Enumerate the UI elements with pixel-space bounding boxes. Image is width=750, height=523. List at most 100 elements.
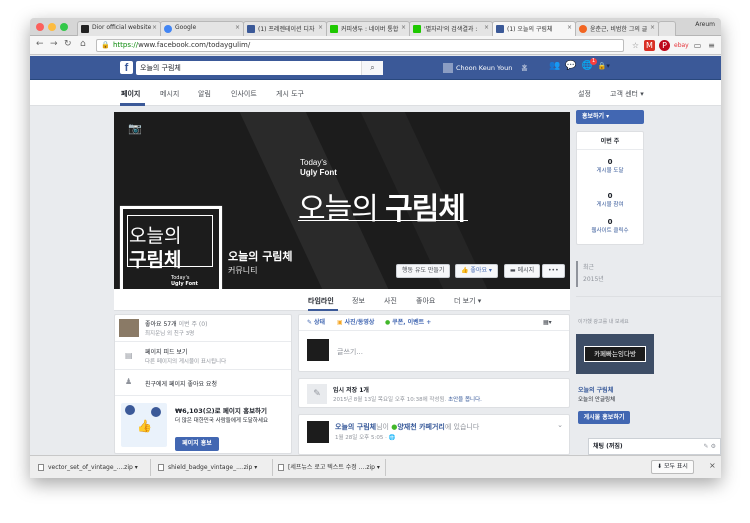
composer-tab-photo[interactable]: ▣ 사진/동영상 <box>337 315 374 331</box>
download-item[interactable]: [세프뉴스 로고 텍스트 수정 ....zip ▾ <box>278 461 382 474</box>
browser-tab-active[interactable]: (1) 오늘의 구림체 × <box>492 21 576 36</box>
chat-settings-icon[interactable]: ✎ ⚙ <box>704 439 717 454</box>
bookmark-star-icon[interactable]: ☆ <box>630 40 641 51</box>
reload-icon[interactable]: ↻ <box>64 39 72 49</box>
camera-icon[interactable]: 📷 <box>128 122 142 135</box>
nav-publishing-tools[interactable]: 게시 도구 <box>276 89 304 99</box>
composer-tab-coupon[interactable]: ● 쿠폰, 이벤트 + <box>385 315 431 331</box>
page-name[interactable]: 오늘의 구림체 <box>228 248 293 264</box>
forward-arrow-icon[interactable]: → <box>50 39 58 49</box>
nav-insights[interactable]: 인사이트 <box>231 89 257 99</box>
nav-page[interactable]: 페이지 <box>121 89 140 99</box>
close-tab-icon[interactable]: × <box>567 24 572 31</box>
create-cta-button[interactable]: 행동 유도 만들기 <box>396 264 451 278</box>
nav-messages[interactable]: 메시지 <box>160 89 179 99</box>
composer-options-icon[interactable]: ▦▾ <box>543 315 552 331</box>
nav-notifications[interactable]: 알림 <box>198 89 211 99</box>
ad-image[interactable]: 카페빠는잉다방 <box>576 334 654 374</box>
browser-tab[interactable]: Dior official website × <box>77 21 161 36</box>
chat-bar[interactable]: 채팅 (꺼짐) ✎ ⚙ <box>588 438 721 455</box>
close-tab-icon[interactable]: × <box>318 24 323 31</box>
invite-friends-link[interactable]: 친구에게 페이지 좋아요 요청 <box>145 379 217 388</box>
ebay-extension-icon[interactable]: ebay <box>674 40 689 51</box>
close-tab-icon[interactable]: × <box>152 24 157 31</box>
ad-page-name[interactable]: 오늘의 구림체 <box>578 385 613 394</box>
browser-tab[interactable]: Google × <box>160 21 244 36</box>
menu-icon[interactable]: ≡ <box>706 40 717 51</box>
friends-icon[interactable]: 👥 <box>549 61 560 71</box>
browser-tab[interactable]: 윤춘근, 비범한 그의 글 × <box>575 21 659 36</box>
chevron-up-icon[interactable]: ▾ <box>135 464 138 471</box>
message-button[interactable]: ▬ 메시지 <box>504 264 541 278</box>
chevron-down-icon[interactable]: ⌄ <box>557 421 563 429</box>
like-button[interactable]: 👍 좋아요 ▾ <box>455 264 498 278</box>
url-bar[interactable]: 🔒 https://www.facebook.com/todaygulim/ <box>96 39 624 52</box>
tab-about[interactable]: 정보 <box>352 296 365 306</box>
tab-timeline[interactable]: 타임라인 <box>308 296 334 306</box>
close-tab-icon[interactable]: × <box>650 24 655 31</box>
recent-label[interactable]: 최근 <box>583 262 594 271</box>
browser-tab[interactable]: (1) 프레젠테이션 디자 × <box>243 21 327 36</box>
close-tab-icon[interactable]: × <box>401 24 406 31</box>
profile-picture[interactable]: 오늘의 구림체 Today's Ugly Font <box>120 206 222 298</box>
promote-button[interactable]: 홍보하기 ▾ <box>576 110 644 124</box>
tab-likes[interactable]: 좋아요 <box>416 296 435 306</box>
search-icon[interactable]: ⌕ <box>361 61 383 75</box>
maximize-window-button[interactable] <box>60 23 68 31</box>
close-tab-icon[interactable]: × <box>484 24 489 31</box>
new-tab-button[interactable] <box>658 21 676 36</box>
browser-tab[interactable]: 커피생두 : 네이버 통합 × <box>326 21 410 36</box>
home-link[interactable]: 홈 <box>521 64 527 72</box>
browser-profile-name[interactable]: Areum <box>695 21 715 28</box>
close-downloads-icon[interactable]: × <box>709 461 716 470</box>
browser-tab[interactable]: '별자리'의 검색결과 : × <box>409 21 493 36</box>
page-category[interactable]: 커뮤니티 <box>228 265 257 276</box>
tab-label: Google <box>175 24 197 31</box>
close-tab-icon[interactable]: × <box>235 24 240 31</box>
download-item[interactable]: vector_set_of_vintage_....zip ▾ <box>38 461 146 474</box>
chevron-up-icon[interactable]: ▾ <box>377 464 380 471</box>
draft-date: 2015년 8월 13일 목요일 오후 10:38에 작성됨. <box>333 397 447 403</box>
facebook-logo-icon[interactable]: f <box>120 61 133 74</box>
back-arrow-icon[interactable]: ← <box>36 39 44 49</box>
composer-input[interactable]: 글쓰기... <box>337 347 363 357</box>
promote-page-button[interactable]: 페이지 홍보 <box>175 437 219 451</box>
draft-notice[interactable]: ✎ 임시 저장 1개 2015년 8월 13일 목요일 오후 10:38에 작성… <box>298 378 570 408</box>
recent-year[interactable]: 2015년 <box>583 274 604 283</box>
more-options-button[interactable]: ••• <box>542 264 565 278</box>
minimize-window-button[interactable] <box>48 23 56 31</box>
chevron-up-icon[interactable]: ▾ <box>254 464 257 471</box>
tab-more[interactable]: 더 보기 ▾ <box>454 296 481 306</box>
chat-label: 채팅 (꺼짐) <box>593 443 623 450</box>
person-icon: ♟ <box>125 377 133 386</box>
pinterest-extension-icon[interactable]: P <box>659 40 670 51</box>
user-profile-link[interactable]: Choon Keun Youn 홈 <box>443 62 527 73</box>
home-icon[interactable]: ⌂ <box>80 39 86 49</box>
likes-row[interactable]: 좋아요 57개 이번 주 (0) <box>145 319 207 328</box>
view-draft-link[interactable]: 초안을 봅니다. <box>448 397 482 403</box>
nav-settings[interactable]: 설정 <box>578 89 591 99</box>
gmail-extension-icon[interactable]: M <box>644 40 655 51</box>
close-window-button[interactable] <box>36 23 44 31</box>
tab-photos[interactable]: 사진 <box>384 296 397 306</box>
composer-tabs: ✎ 상태 ▣ 사진/동영상 ● 쿠폰, 이벤트 + ▦▾ <box>299 315 569 331</box>
lock-icon[interactable]: 🔒▾ <box>598 62 610 70</box>
nav-help-center[interactable]: 고객 센터 ▾ <box>610 89 644 99</box>
post-place-link[interactable]: 양재천 카페거리 <box>397 423 445 431</box>
messages-icon[interactable]: 💬 <box>565 61 576 71</box>
show-all-downloads-button[interactable]: ⬇ 모두 표시 <box>651 460 694 474</box>
fb-search-input[interactable]: 오늘의 구림체 ⌕ <box>136 61 383 75</box>
stat-clicks[interactable]: 0 웹사이트 클릭수 <box>577 218 643 234</box>
composer-tab-status[interactable]: ✎ 상태 <box>307 315 325 331</box>
stat-engagement[interactable]: 0 게시물 참여 <box>577 192 643 208</box>
stat-reach[interactable]: 0 게시물 도달 <box>577 158 643 174</box>
cast-icon[interactable]: ▭ <box>692 40 703 51</box>
boost-post-button[interactable]: 게시물 홍보하기 <box>578 411 630 424</box>
post-timestamp[interactable]: 1월 28일 오후 5:05 · 🌐 <box>335 433 395 441</box>
post-author[interactable]: 오늘의 구림체 <box>335 423 376 431</box>
stat-engagement-value: 0 <box>607 192 613 200</box>
page-feed-link[interactable]: 페이지 피드 보기 <box>145 347 187 356</box>
download-item[interactable]: shield_badge_vintage_....zip ▾ <box>158 461 268 474</box>
tab-favicon-icon <box>81 25 89 33</box>
page-feed-sub: 다른 페이지의 게시물이 표시됩니다 <box>145 359 227 365</box>
